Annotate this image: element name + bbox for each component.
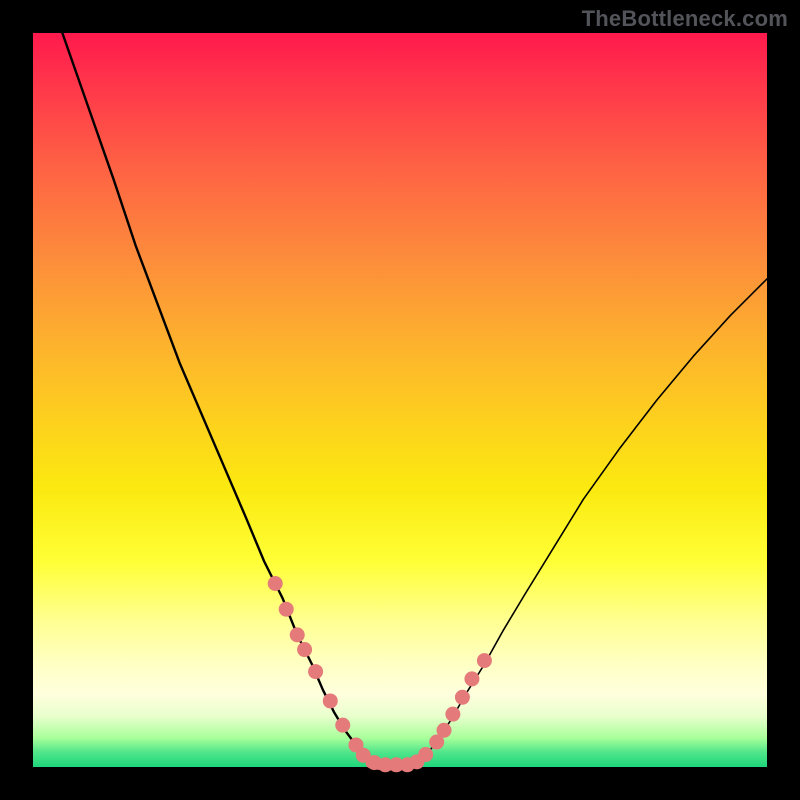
scatter-dot [268,576,283,591]
chart-overlay [33,33,767,767]
scatter-dot [335,718,350,733]
scatter-dot [445,707,460,722]
chart-container: TheBottleneck.com [0,0,800,800]
right-curve [415,279,767,763]
scatter-dot [464,671,479,686]
watermark-text: TheBottleneck.com [582,6,788,32]
scatter-dots [268,576,492,772]
scatter-dot [297,642,312,657]
scatter-dot [290,627,305,642]
scatter-dot [308,664,323,679]
curve-lines [62,33,767,766]
scatter-dot [477,653,492,668]
scatter-dot [279,602,294,617]
scatter-dot [437,723,452,738]
scatter-dot [323,693,338,708]
left-curve [62,33,370,763]
scatter-dot [418,747,433,762]
scatter-dot [455,690,470,705]
